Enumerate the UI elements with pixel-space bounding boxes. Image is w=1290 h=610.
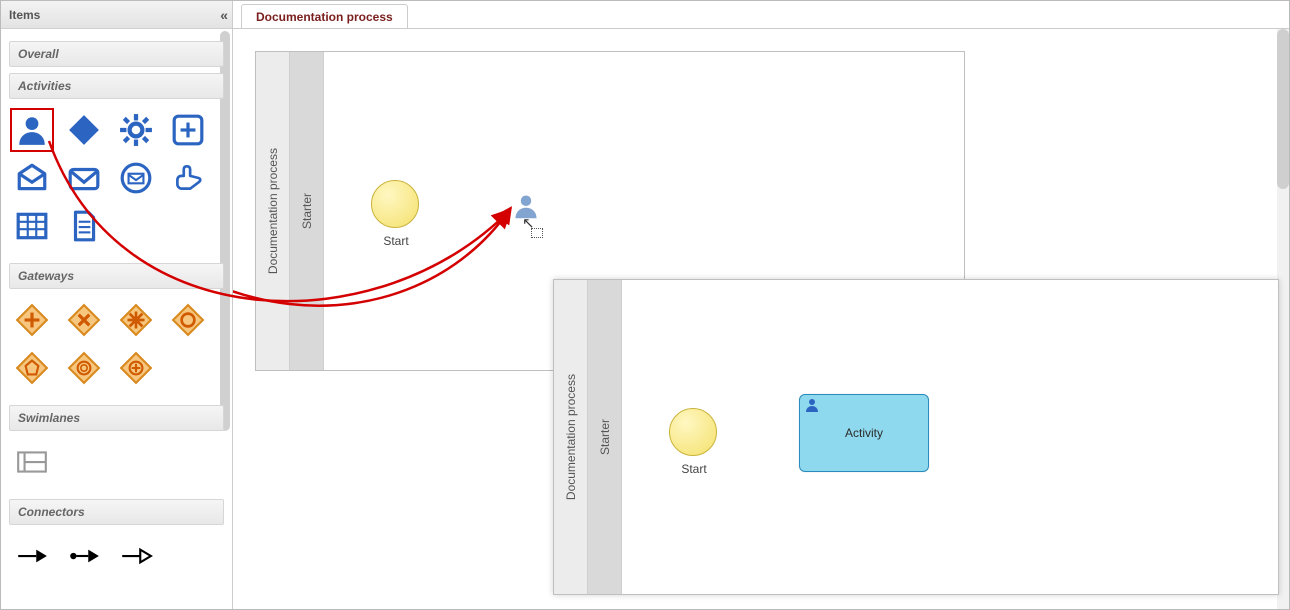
- palette-gateway-inclusive[interactable]: [167, 299, 209, 341]
- mail-icon: [67, 161, 101, 195]
- palette-sequence-flow[interactable]: [11, 535, 53, 577]
- diamond-icon: [67, 113, 101, 147]
- group-connectors[interactable]: Connectors: [9, 499, 224, 525]
- collapse-sidebar-icon[interactable]: «: [220, 7, 224, 23]
- palette-subprocess[interactable]: [167, 109, 209, 151]
- palette-gateways: [9, 293, 224, 399]
- gateway-inclusive-icon: [171, 303, 205, 337]
- palette-conditional-flow[interactable]: [63, 535, 105, 577]
- pool-title-text: Documentation process: [266, 148, 280, 274]
- palette-connectors: [9, 529, 224, 587]
- tab-documentation-process[interactable]: Documentation process: [241, 4, 408, 28]
- palette-message-task[interactable]: [115, 157, 157, 199]
- canvas-scrollbar-thumb[interactable]: [1277, 29, 1289, 189]
- conditional-flow-icon: [67, 539, 101, 573]
- palette-send-task[interactable]: [63, 157, 105, 199]
- items-sidebar: Items « Overall Activities: [1, 1, 233, 609]
- palette-user-task[interactable]: [11, 109, 53, 151]
- pool-title-bar-2[interactable]: Documentation process: [554, 280, 588, 594]
- group-gateways[interactable]: Gateways: [9, 263, 224, 289]
- gateway-event-icon: [15, 351, 49, 385]
- tab-label: Documentation process: [256, 10, 393, 24]
- group-overall[interactable]: Overall: [9, 41, 224, 67]
- cursor-copy-badge: [531, 228, 543, 238]
- user-icon: [15, 113, 49, 147]
- palette-business-rule[interactable]: [63, 109, 105, 151]
- palette-gateway-complex[interactable]: [115, 299, 157, 341]
- message-flow-icon: [119, 539, 153, 573]
- palette-swimlanes: [9, 435, 224, 493]
- tabbar: Documentation process: [233, 1, 1289, 29]
- pool-title-bar[interactable]: Documentation process: [256, 52, 290, 370]
- palette-gateway-parallel[interactable]: [11, 299, 53, 341]
- gear-icon: [119, 113, 153, 147]
- gateway-exclusive-icon: [67, 303, 101, 337]
- start-event-label: Start: [366, 234, 426, 248]
- lane-title-bar-2[interactable]: Starter: [588, 280, 622, 594]
- palette-receive-task[interactable]: [11, 157, 53, 199]
- sequence-flow-icon: [15, 539, 49, 573]
- palette-gateway-event-based[interactable]: [63, 347, 105, 389]
- user-icon: [804, 397, 820, 413]
- pool-result-state[interactable]: Documentation process Starter Start Acti…: [553, 279, 1279, 595]
- sidebar-header: Items «: [1, 1, 232, 29]
- palette-manual-task[interactable]: [167, 157, 209, 199]
- document-icon: [67, 209, 101, 243]
- gateway-parallel-icon: [15, 303, 49, 337]
- palette-gateway-exclusive[interactable]: [63, 299, 105, 341]
- start-event-2[interactable]: [669, 408, 717, 456]
- lane-title-text-2: Starter: [598, 419, 612, 455]
- group-activities[interactable]: Activities: [9, 73, 224, 99]
- drag-ghost-user-task: [512, 192, 540, 223]
- palette-script-task[interactable]: [63, 205, 105, 247]
- gateway-complex-icon: [119, 303, 153, 337]
- lane-title-bar[interactable]: Starter: [290, 52, 324, 370]
- mail-open-icon: [15, 161, 49, 195]
- lane-title-text: Starter: [300, 193, 314, 229]
- hand-point-icon: [171, 161, 205, 195]
- palette-activities: [9, 103, 224, 257]
- sidebar-title: Items: [9, 8, 40, 22]
- plus-box-icon: [171, 113, 205, 147]
- user-icon: [512, 192, 540, 220]
- activity-user-task[interactable]: Activity: [799, 394, 929, 472]
- palette-message-flow[interactable]: [115, 535, 157, 577]
- start-event[interactable]: [371, 180, 419, 228]
- gateway-parallel-event-icon: [119, 351, 153, 385]
- palette-gateway-parallel-event[interactable]: [115, 347, 157, 389]
- sidebar-body: Overall Activities: [1, 29, 232, 609]
- group-swimlanes[interactable]: Swimlanes: [9, 405, 224, 431]
- palette-table-task[interactable]: [11, 205, 53, 247]
- gateway-event-parallel-icon: [67, 351, 101, 385]
- activity-label: Activity: [845, 426, 883, 440]
- start-event-label-2: Start: [664, 462, 724, 476]
- palette-gateway-event[interactable]: [11, 347, 53, 389]
- palette-swimlane[interactable]: [11, 441, 53, 483]
- app-frame: Items « Overall Activities: [0, 0, 1290, 610]
- grid-icon: [15, 209, 49, 243]
- swimlane-icon: [15, 445, 49, 479]
- mail-circle-icon: [119, 161, 153, 195]
- palette-service-task[interactable]: [115, 109, 157, 151]
- pool-title-text-2: Documentation process: [564, 374, 578, 500]
